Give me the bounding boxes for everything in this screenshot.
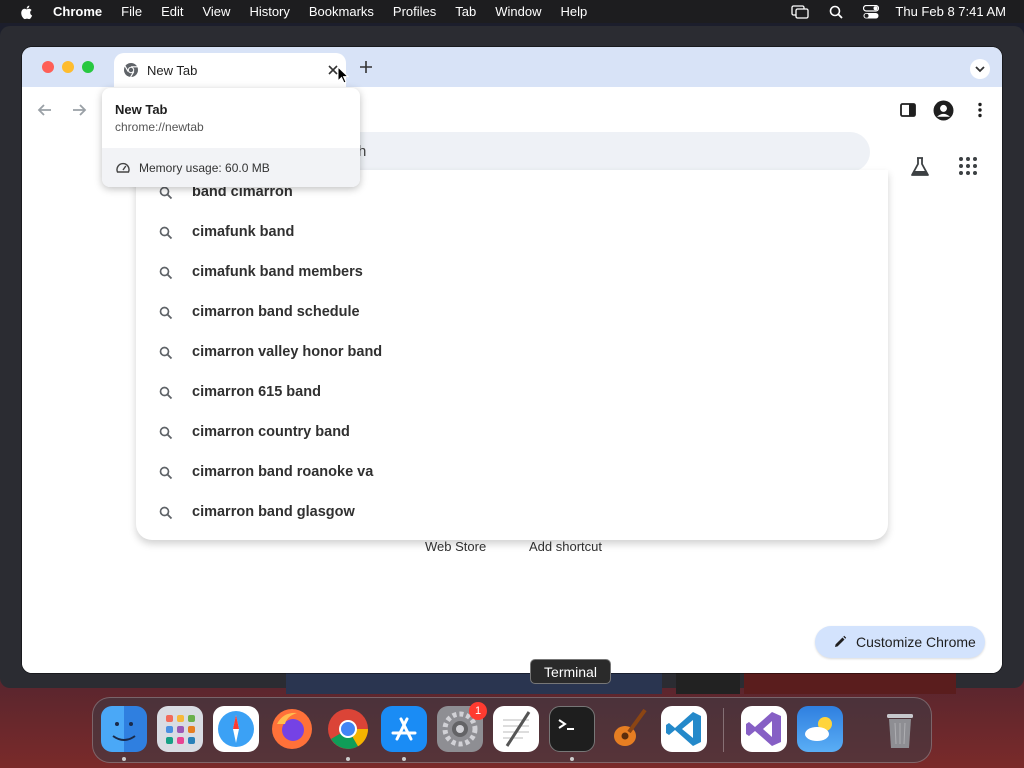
tab-strip: New Tab	[22, 47, 1002, 87]
apple-menu-icon[interactable]	[19, 4, 35, 20]
menu-edit[interactable]: Edit	[161, 4, 183, 19]
search-icon	[159, 506, 173, 520]
weather-icon[interactable]	[797, 706, 843, 752]
suggestion-text: cimarron band glasgow	[192, 504, 355, 520]
menu-clock[interactable]: Thu Feb 8 7:41 AM	[895, 4, 1006, 19]
search-icon	[159, 346, 173, 360]
suggestion-text: cimarron band schedule	[192, 304, 360, 320]
profile-avatar-icon[interactable]	[933, 100, 954, 121]
close-window-button[interactable]	[42, 61, 54, 73]
terminal-icon[interactable]	[549, 706, 595, 752]
suggestion-item[interactable]: cimarron country band	[136, 412, 888, 452]
more-options-icon[interactable]	[971, 101, 989, 119]
hover-card-url: chrome://newtab	[115, 120, 204, 134]
search-icon	[159, 386, 173, 400]
garageband-icon[interactable]	[605, 706, 651, 752]
app-store-icon[interactable]	[381, 706, 427, 752]
running-indicator	[570, 757, 574, 761]
suggestion-text: cimafunk band	[192, 224, 295, 240]
firefox-icon[interactable]	[269, 706, 315, 752]
textedit-icon[interactable]	[493, 706, 539, 752]
spotlight-search-icon[interactable]	[829, 5, 844, 19]
back-arrow-icon[interactable]	[36, 101, 54, 119]
background-window-strip	[744, 672, 956, 694]
finder-icon[interactable]	[101, 706, 147, 752]
menu-view[interactable]: View	[202, 4, 230, 19]
suggestion-item[interactable]: cimarron 615 band	[136, 372, 888, 412]
chevron-down-icon	[975, 66, 985, 73]
suggestion-text: cimarron band roanoke va	[192, 464, 374, 480]
hover-card-memory-row: Memory usage: 60.0 MB	[102, 148, 360, 187]
running-indicator	[346, 757, 350, 761]
menu-bar: Chrome File Edit View History Bookmarks …	[0, 0, 1024, 23]
launchpad-icon[interactable]	[157, 706, 203, 752]
add-shortcut-label[interactable]: Add shortcut	[529, 539, 602, 554]
customize-chrome-label: Customize Chrome	[856, 634, 976, 650]
chrome-labs-flask-icon[interactable]	[908, 155, 932, 179]
hover-card-title: New Tab	[115, 102, 168, 117]
background-window-strip	[676, 672, 740, 694]
running-indicator	[122, 757, 126, 761]
new-tab-plus-icon[interactable]	[358, 59, 374, 75]
screen-mirroring-icon[interactable]	[791, 4, 810, 19]
search-icon	[159, 306, 173, 320]
mouse-cursor-icon	[337, 66, 349, 84]
dock-tooltip: Terminal	[530, 659, 611, 684]
menu-help[interactable]: Help	[561, 4, 588, 19]
suggestion-text: cimafunk band members	[192, 264, 363, 280]
running-indicator	[402, 757, 406, 761]
tab-new-tab[interactable]: New Tab	[114, 53, 346, 87]
menu-profiles[interactable]: Profiles	[393, 4, 436, 19]
menu-bookmarks[interactable]: Bookmarks	[309, 4, 374, 19]
suggestion-text: cimarron valley honor band	[192, 344, 383, 360]
trash-icon[interactable]	[877, 706, 923, 752]
search-icon	[159, 426, 173, 440]
tab-hover-card: New Tab chrome://newtab Memory usage: 60…	[102, 88, 360, 187]
suggestion-text: cimarron country band	[192, 424, 350, 440]
suggestion-item[interactable]: cimarron band roanoke va	[136, 452, 888, 492]
customize-chrome-button[interactable]: Customize Chrome	[815, 626, 985, 658]
menu-app-name[interactable]: Chrome	[53, 4, 102, 19]
web-store-shortcut-label[interactable]: Web Store	[425, 539, 486, 554]
search-icon	[159, 466, 173, 480]
notification-badge: 1	[469, 702, 487, 720]
search-icon	[159, 186, 173, 200]
side-panel-icon[interactable]	[899, 101, 917, 119]
suggestion-item[interactable]: cimarron valley honor band	[136, 332, 888, 372]
menu-file[interactable]: File	[121, 4, 142, 19]
dock-separator	[723, 708, 724, 752]
suggestion-item[interactable]: cimarron band schedule	[136, 292, 888, 332]
tab-title: New Tab	[147, 62, 198, 78]
memory-gauge-icon	[116, 162, 130, 173]
visual-studio-icon[interactable]	[741, 706, 787, 752]
suggestion-text: cimarron 615 band	[192, 384, 321, 400]
menu-history[interactable]: History	[249, 4, 289, 19]
menu-tab[interactable]: Tab	[455, 4, 476, 19]
search-suggestions-dropdown: band cimarron cimafunk band cimafunk ban…	[136, 170, 888, 540]
suggestion-item[interactable]: cimarron band glasgow	[136, 492, 888, 532]
dock-tooltip-text: Terminal	[544, 663, 597, 680]
chrome-favicon-icon	[124, 63, 138, 78]
chrome-icon[interactable]	[325, 706, 371, 752]
search-icon	[159, 266, 173, 280]
minimize-window-button[interactable]	[62, 61, 74, 73]
google-apps-grid-icon[interactable]	[958, 156, 978, 176]
menu-window[interactable]: Window	[495, 4, 541, 19]
safari-icon[interactable]	[213, 706, 259, 752]
control-center-icon[interactable]	[863, 4, 880, 19]
notification-badge-count: 1	[474, 705, 482, 717]
forward-arrow-icon[interactable]	[70, 101, 88, 119]
memory-usage-text: Memory usage: 60.0 MB	[139, 160, 270, 175]
suggestion-item[interactable]: cimafunk band members	[136, 252, 888, 292]
tab-search-button[interactable]	[970, 59, 990, 79]
zoom-window-button[interactable]	[82, 61, 94, 73]
vscode-icon[interactable]	[661, 706, 707, 752]
pencil-icon	[835, 635, 847, 647]
dock: 1	[92, 697, 932, 763]
suggestion-item[interactable]: cimafunk band	[136, 212, 888, 252]
new-tab-search-box[interactable]: h	[330, 132, 870, 172]
search-icon	[159, 226, 173, 240]
